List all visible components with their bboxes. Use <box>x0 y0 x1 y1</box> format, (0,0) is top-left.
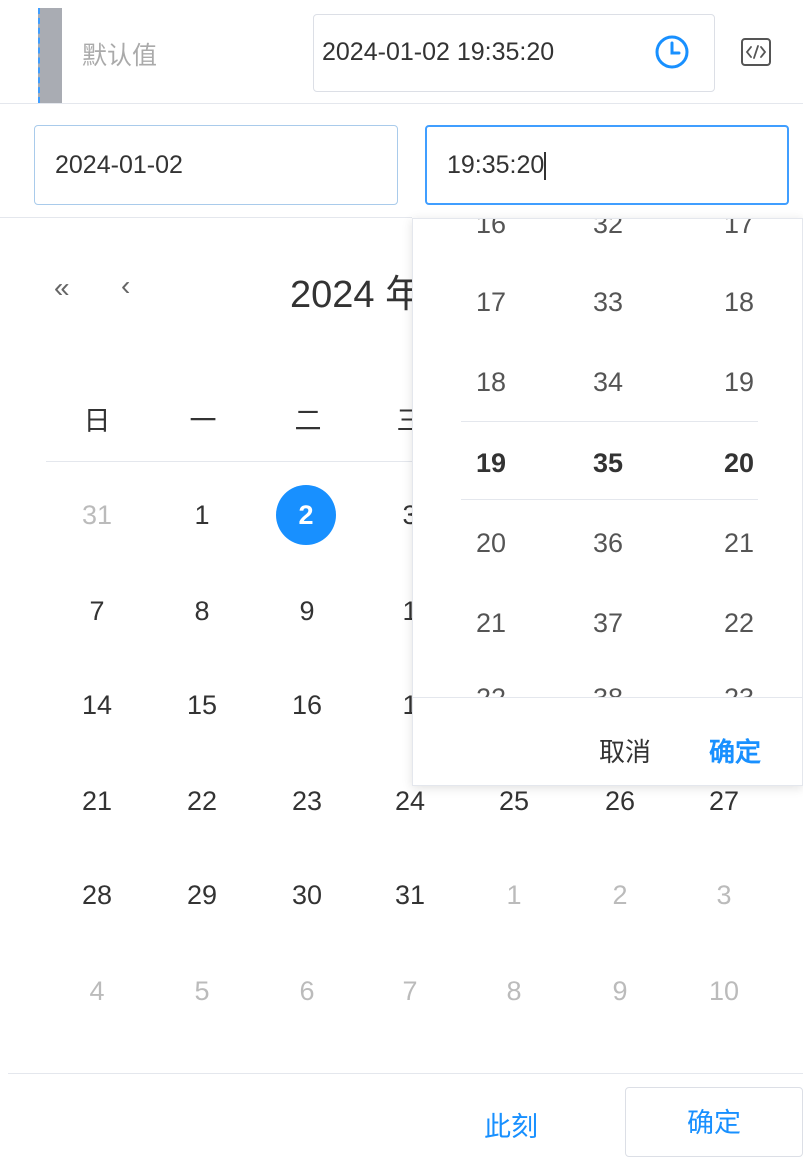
time-panel-footer-divider <box>413 697 802 698</box>
calendar-day[interactable]: 4 <box>62 976 132 1007</box>
hour-option[interactable]: 22 <box>451 683 531 697</box>
confirm-button-label: 确定 <box>687 1108 741 1138</box>
calendar-day[interactable]: 24 <box>375 786 445 817</box>
time-panel: 16 17 18 19 20 21 22 32 33 34 35 36 37 3… <box>412 218 803 786</box>
second-option[interactable]: 17 <box>699 219 779 240</box>
minute-option[interactable]: 37 <box>568 608 648 639</box>
calendar-day[interactable]: 3 <box>689 880 759 911</box>
calendar-day[interactable]: 8 <box>167 596 237 627</box>
hour-option[interactable]: 20 <box>451 528 531 559</box>
date-input-value: 2024-01-02 <box>55 151 183 179</box>
code-icon[interactable] <box>741 38 771 66</box>
second-option[interactable]: 23 <box>699 683 779 697</box>
weekday: 一 <box>189 406 217 436</box>
hour-option[interactable]: 18 <box>451 367 531 398</box>
minute-option[interactable]: 32 <box>568 219 648 240</box>
weekday: 二 <box>294 406 322 436</box>
clock-icon[interactable] <box>654 34 690 70</box>
second-option[interactable]: 19 <box>699 367 779 398</box>
calendar-day[interactable]: 8 <box>479 976 549 1007</box>
calendar-day[interactable]: 31 <box>62 500 132 531</box>
calendar-day[interactable]: 31 <box>375 880 445 911</box>
hour-option[interactable]: 21 <box>451 608 531 639</box>
hour-option-selected[interactable]: 19 <box>451 448 531 479</box>
hour-option[interactable]: 16 <box>451 219 531 240</box>
calendar-day[interactable]: 21 <box>62 786 132 817</box>
datetime-input-value: 2024-01-02 19:35:20 <box>322 38 555 66</box>
calendar-day[interactable]: 26 <box>585 786 655 817</box>
calendar-day[interactable]: 9 <box>272 596 342 627</box>
prev-month-button[interactable]: ‹ <box>121 270 130 302</box>
time-columns: 16 17 18 19 20 21 22 32 33 34 35 36 37 3… <box>413 219 802 697</box>
calendar-day[interactable]: 2 <box>585 880 655 911</box>
second-option[interactable]: 18 <box>699 287 779 318</box>
calendar-day[interactable]: 15 <box>167 690 237 721</box>
calendar-day[interactable]: 10 <box>689 976 759 1007</box>
calendar-title: 2024 年 <box>290 274 424 316</box>
selection-line-top <box>461 421 758 422</box>
calendar-day[interactable]: 1 <box>479 880 549 911</box>
second-option[interactable]: 22 <box>699 608 779 639</box>
calendar-day[interactable]: 28 <box>62 880 132 911</box>
calendar-day[interactable]: 25 <box>479 786 549 817</box>
calendar-day[interactable]: 16 <box>272 690 342 721</box>
calendar-day[interactable]: 22 <box>167 786 237 817</box>
time-input-value: 19:35:20 <box>447 151 547 181</box>
calendar-day[interactable]: 30 <box>272 880 342 911</box>
calendar-day[interactable]: 5 <box>167 976 237 1007</box>
footer-divider <box>8 1073 803 1074</box>
time-cancel-button[interactable]: 取消 <box>599 732 651 769</box>
drag-handle[interactable] <box>38 8 62 103</box>
calendar-day[interactable]: 1 <box>167 500 237 531</box>
calendar-day[interactable]: 7 <box>375 976 445 1007</box>
selection-line-bottom <box>461 499 758 500</box>
hour-option[interactable]: 17 <box>451 287 531 318</box>
calendar-day[interactable]: 7 <box>62 596 132 627</box>
field-label: 默认值 <box>82 42 158 70</box>
weekday: 日 <box>83 406 111 436</box>
calendar-day[interactable]: 29 <box>167 880 237 911</box>
second-option[interactable]: 21 <box>699 528 779 559</box>
minute-option[interactable]: 36 <box>568 528 648 559</box>
calendar-day[interactable]: 9 <box>585 976 655 1007</box>
minute-option-selected[interactable]: 35 <box>568 448 648 479</box>
divider <box>0 217 412 218</box>
now-button[interactable]: 此刻 <box>484 1105 538 1144</box>
calendar-day[interactable]: 6 <box>272 976 342 1007</box>
prev-year-button[interactable]: « <box>54 272 70 304</box>
confirm-button[interactable]: 确定 <box>625 1087 803 1157</box>
calendar-day-selected[interactable]: 2 <box>276 485 336 545</box>
minute-option[interactable]: 38 <box>568 683 648 697</box>
time-confirm-button[interactable]: 确定 <box>709 732 761 769</box>
minute-option[interactable]: 34 <box>568 367 648 398</box>
minute-option[interactable]: 33 <box>568 287 648 318</box>
calendar-day[interactable]: 14 <box>62 690 132 721</box>
second-option-selected[interactable]: 20 <box>699 448 779 479</box>
calendar-day[interactable]: 23 <box>272 786 342 817</box>
calendar-day[interactable]: 27 <box>689 786 759 817</box>
